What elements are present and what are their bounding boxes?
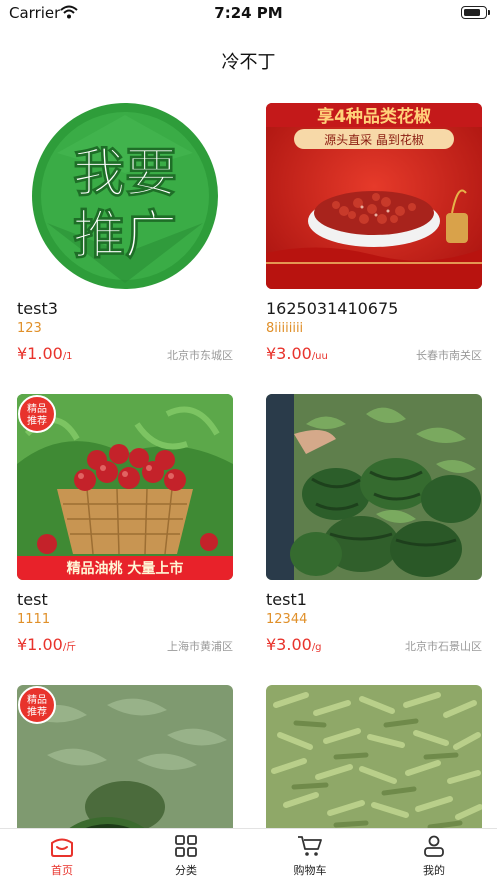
battery-icon (461, 6, 490, 19)
page-title: 冷不丁 (221, 52, 276, 73)
product-price: ¥3.00/g (266, 635, 322, 654)
badge-text-1: 精品 (27, 402, 47, 415)
badge-text-1: 精品 (27, 693, 47, 706)
product-name: test1 (266, 590, 307, 609)
product-image-watermelon-pile (266, 394, 482, 580)
product-card[interactable]: 精品 推荐 精品油桃 大量上市 test 1111 ¥1.00/斤 上海市黄浦区 (17, 394, 233, 658)
price-unit: /uu (311, 351, 328, 362)
tab-label: 首页 (51, 864, 73, 877)
caption-text: 精品油桃 大量上市 (67, 560, 184, 577)
grid-icon (124, 835, 248, 857)
home-icon (0, 835, 124, 857)
cart-icon (248, 835, 372, 857)
tab-label: 我的 (423, 864, 445, 877)
product-location: 长春市南关区 (416, 349, 482, 362)
tab-cart[interactable]: 购物车 (248, 835, 372, 878)
tab-home[interactable]: 首页 (0, 835, 124, 878)
product-price: ¥1.00/斤 (17, 635, 77, 654)
tab-bar: 首页 分类 购物车 我的 (0, 828, 497, 883)
clock: 7:24 PM (214, 4, 283, 22)
banner-text: 享4种品类花椒 (317, 106, 431, 127)
product-image-promo: 我要 推广 (17, 103, 233, 289)
user-icon (372, 835, 496, 857)
badge-text-2: 推荐 (27, 414, 47, 427)
product-card[interactable]: 享4种品类花椒 源头直采 晶到花椒 1625031410675 8iiiiiii… (266, 103, 482, 367)
product-name: test (17, 590, 48, 609)
product-image-peach: 精品 推荐 精品油桃 大量上市 (17, 394, 233, 580)
product-card[interactable]: test1 12344 ¥3.00/g 北京市石景山区 (266, 394, 482, 658)
price-unit: /1 (62, 351, 73, 362)
product-image-pepper: 享4种品类花椒 源头直采 晶到花椒 (266, 103, 482, 289)
promo-text-2: 推广 (73, 206, 177, 266)
tab-category[interactable]: 分类 (124, 835, 248, 878)
promo-text-1: 我要 (73, 144, 177, 204)
badge-text-2: 推荐 (27, 705, 47, 718)
price-unit: /斤 (62, 642, 77, 653)
price-unit: /g (311, 642, 322, 653)
status-bar: Carrier 7:24 PM (0, 0, 497, 26)
product-price: ¥3.00/uu (266, 344, 328, 363)
tab-profile[interactable]: 我的 (372, 835, 496, 878)
tab-label: 购物车 (293, 864, 327, 877)
tab-label: 分类 (175, 864, 197, 877)
product-location: 北京市石景山区 (405, 640, 482, 653)
banner-sub: 源头直采 晶到花椒 (324, 132, 424, 147)
product-desc: 8iiiiiiii (266, 321, 304, 336)
product-desc: 123 (17, 321, 42, 336)
product-card[interactable]: 我要 推广 test3 123 ¥1.00/1 北京市东城区 (17, 103, 233, 367)
product-location: 北京市东城区 (167, 349, 233, 362)
product-name: test3 (17, 299, 58, 318)
product-desc: 1111 (17, 612, 51, 627)
product-name: 1625031410675 (266, 299, 399, 318)
product-desc: 12344 (266, 612, 308, 627)
product-location: 上海市黄浦区 (167, 640, 233, 653)
product-price: ¥1.00/1 (17, 344, 73, 363)
